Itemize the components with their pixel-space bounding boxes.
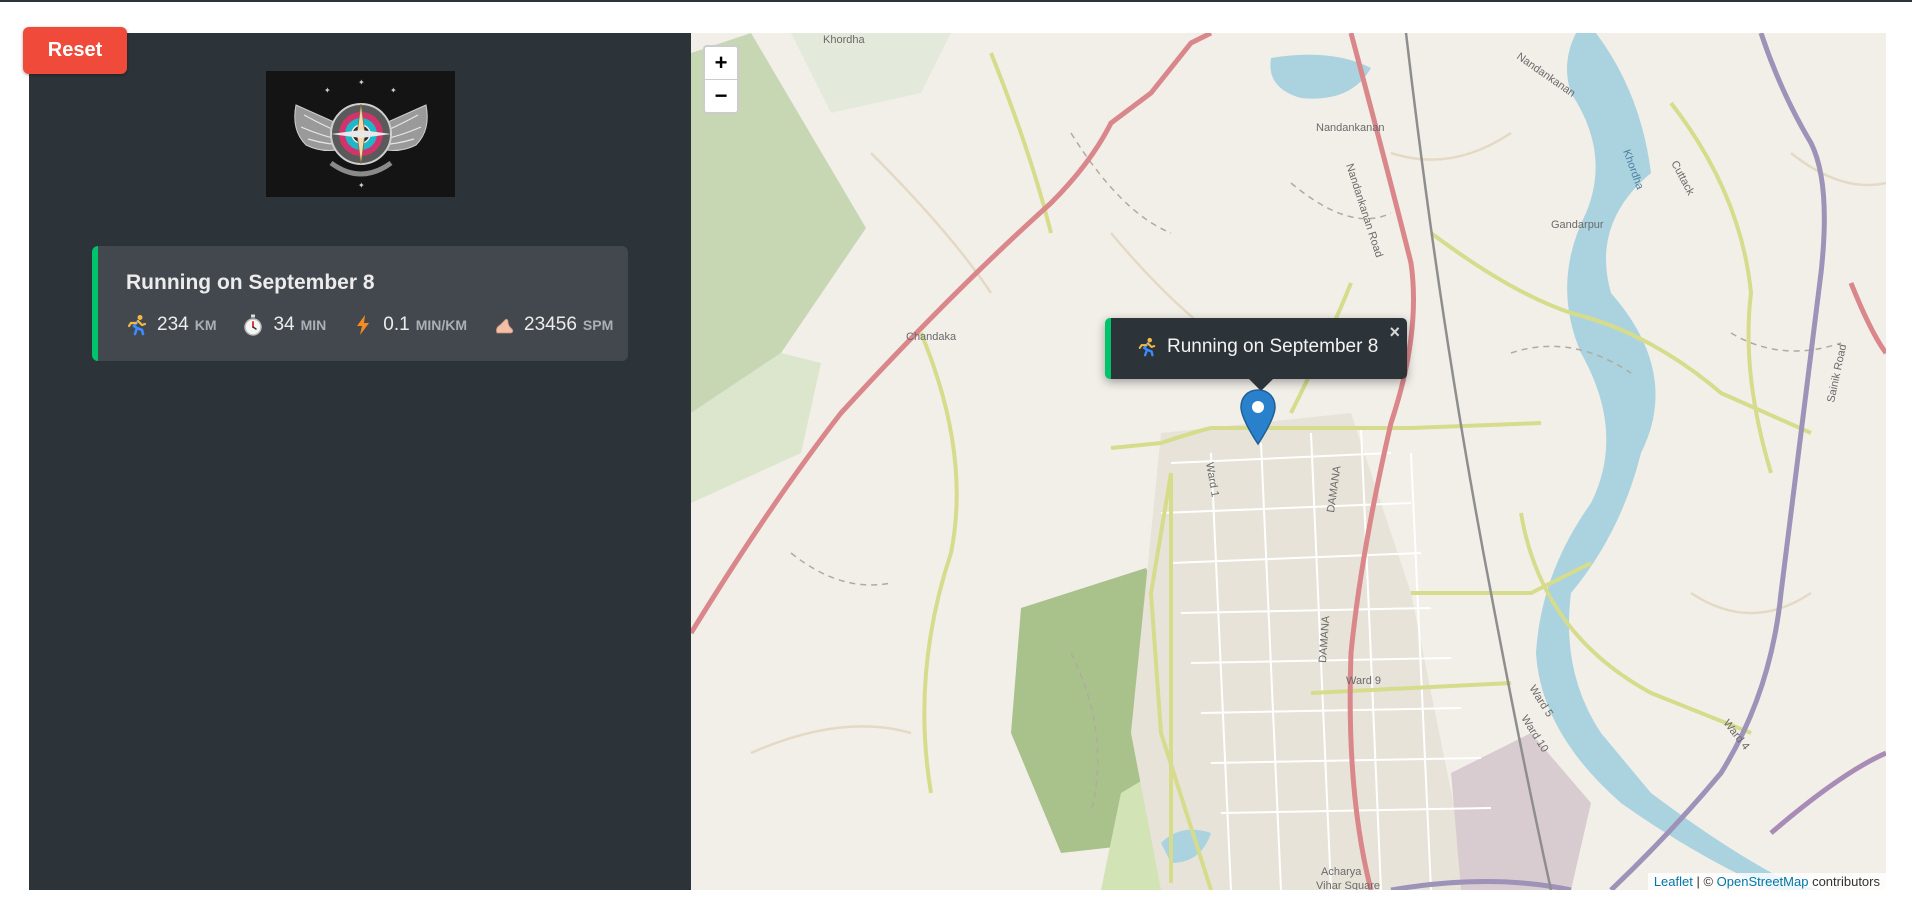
sidebar: ✦ ✦ ✦ ✦ Running on September 8 234 KM 34… — [29, 33, 691, 890]
running-person-icon — [126, 314, 148, 336]
leaflet-link[interactable]: Leaflet — [1654, 874, 1693, 889]
svg-text:✦: ✦ — [358, 78, 365, 87]
svg-text:✦: ✦ — [390, 86, 397, 95]
footprint-icon — [493, 314, 515, 336]
zoom-out-button[interactable]: − — [705, 79, 737, 112]
workout-title: Running on September 8 — [126, 271, 375, 294]
map-label: Khordha — [823, 34, 865, 46]
running-person-icon — [1137, 336, 1159, 358]
compass-wings-logo-icon: ✦ ✦ ✦ ✦ — [293, 78, 428, 190]
distance-unit: KM — [194, 317, 217, 333]
duration-unit: MIN — [300, 317, 327, 333]
map-tiles[interactable]: Khordha Nandankanan Nandankanan Nandanka… — [691, 33, 1886, 890]
map-label: Nandankanan — [1316, 122, 1385, 134]
distance-detail: 234 KM — [126, 314, 216, 336]
cadence-value: 23456 — [524, 314, 577, 335]
svg-text:✦: ✦ — [324, 86, 331, 95]
map-marker-icon[interactable] — [1238, 388, 1278, 448]
map-container[interactable]: Khordha Nandankanan Nandankanan Nandanka… — [691, 33, 1886, 890]
map-popup: Running on September 8 × — [1105, 318, 1407, 379]
zoom-control: + − — [703, 45, 739, 114]
workout-card[interactable]: Running on September 8 234 KM 34 MIN 0.1… — [92, 246, 628, 361]
popup-content: Running on September 8 — [1137, 336, 1378, 358]
map-label: Chandaka — [906, 331, 957, 343]
stopwatch-icon — [242, 314, 264, 336]
popup-text: Running on September 8 — [1167, 336, 1379, 357]
zoom-in-button[interactable]: + — [705, 47, 737, 79]
cadence-unit: SPM — [582, 317, 614, 333]
attribution-separator: | © — [1692, 874, 1717, 889]
pace-value: 0.1 — [383, 314, 410, 335]
cadence-detail: 23456 SPM — [493, 314, 613, 336]
map-label: Ward 9 — [1346, 675, 1381, 687]
map-attribution: Leaflet | © OpenStreetMap contributors — [1647, 873, 1886, 890]
duration-detail: 34 MIN — [242, 314, 326, 336]
reset-button[interactable]: Reset — [23, 27, 127, 74]
pace-detail: 0.1 MIN/KM — [352, 314, 467, 336]
popup-close-button[interactable]: × — [1389, 322, 1400, 343]
workout-details: 234 KM 34 MIN 0.1 MIN/KM 23456 SPM — [126, 314, 613, 336]
map-label: Vihar Square — [1316, 880, 1380, 890]
svg-text:✦: ✦ — [358, 181, 365, 190]
pace-unit: MIN/KM — [415, 317, 468, 333]
map-label: Acharya — [1321, 866, 1362, 878]
top-border — [0, 0, 1912, 2]
duration-value: 34 — [273, 314, 295, 335]
lightning-icon — [352, 314, 374, 336]
map-label: Gandarpur — [1551, 219, 1604, 231]
attribution-suffix: contributors — [1808, 874, 1880, 889]
openstreetmap-link[interactable]: OpenStreetMap — [1717, 874, 1809, 889]
distance-value: 234 — [157, 314, 189, 335]
app-logo: ✦ ✦ ✦ ✦ — [266, 71, 455, 197]
